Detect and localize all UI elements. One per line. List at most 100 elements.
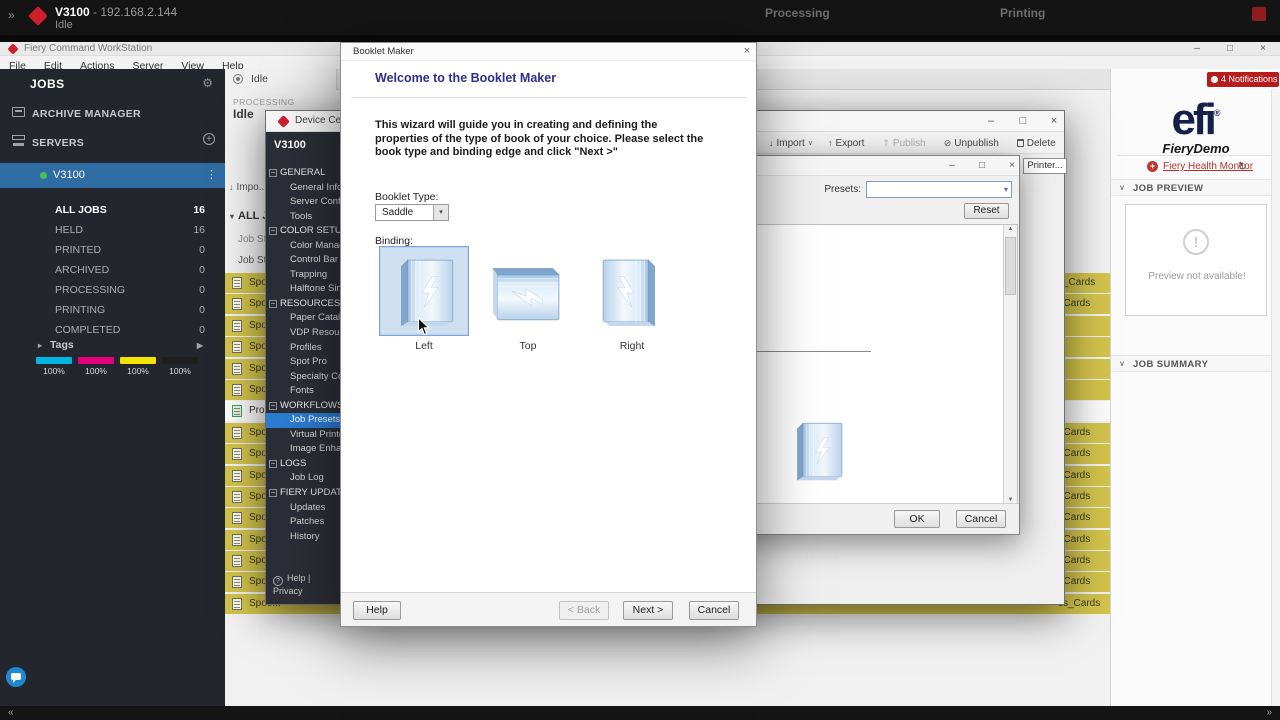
add-server-icon[interactable]: + — [203, 133, 215, 145]
help-link[interactable]: Help — [287, 573, 306, 583]
collapse-left-icon[interactable]: « — [8, 706, 14, 720]
minimize-icon[interactable]: – — [982, 111, 1000, 132]
collapse-icon[interactable]: − — [269, 401, 277, 410]
tree-section-workflows[interactable]: − WORKFLOWS — [266, 399, 341, 414]
maximize-icon[interactable]: □ — [1014, 111, 1032, 132]
tree-item-label: Virtual Printers — [290, 428, 341, 440]
collapse-icon[interactable]: − — [269, 169, 277, 177]
close-icon[interactable]: × — [1003, 156, 1021, 176]
tree-item-specialty-colors[interactable]: Specialty Colors — [266, 370, 341, 385]
sidebar-item-server[interactable]: V3100 ⋮ — [0, 163, 225, 188]
tree-item-image-enhance-[interactable]: Image Enhance... — [266, 442, 341, 457]
cancel-button[interactable]: Cancel — [956, 510, 1006, 528]
tree-item-vdp-resources[interactable]: VDP Resources — [266, 326, 341, 341]
scroll-up-icon[interactable]: ▲ — [1004, 226, 1017, 232]
assistant-icon[interactable] — [6, 667, 26, 687]
notifications-badge[interactable]: 4 Notifications — [1207, 72, 1279, 87]
tree-item-halftone-simul-[interactable]: Halftone Simul... — [266, 282, 341, 297]
sidebar-job-category[interactable]: HELD 16 — [0, 220, 225, 240]
sidebar-job-category[interactable]: PRINTING 0 — [0, 300, 225, 320]
binding-tile[interactable] — [483, 246, 573, 336]
tree-item-tools[interactable]: Tools — [266, 210, 341, 225]
unpublish-button[interactable]: ⊘ Unpublish — [944, 138, 1002, 149]
tab-idle[interactable]: Idle — [225, 69, 337, 90]
tree-item-job-presets[interactable]: Job Presets — [266, 413, 341, 428]
collapse-icon[interactable]: − — [269, 459, 277, 468]
delete-button[interactable]: Delete — [1016, 138, 1059, 149]
tree-section-general[interactable]: − GENERAL — [266, 166, 341, 181]
sidebar-job-category[interactable]: COMPLETED 0 — [0, 320, 225, 340]
tree-item-patches[interactable]: Patches — [266, 515, 341, 530]
next-button[interactable]: Next > — [623, 601, 673, 620]
tree-item-server-configur-[interactable]: Server Configur... — [266, 195, 341, 210]
scroll-thumb[interactable] — [1005, 237, 1016, 295]
maximize-icon[interactable]: □ — [973, 156, 991, 176]
chevron-down-icon[interactable]: ▾ — [433, 205, 448, 220]
minimize-icon[interactable]: – — [943, 156, 961, 176]
sidebar-job-category[interactable]: ARCHIVED 0 — [0, 260, 225, 280]
close-icon[interactable]: × — [1254, 42, 1272, 56]
vertical-scrollbar[interactable]: ▲ ▼ — [1003, 225, 1017, 504]
job-preview-section-header[interactable]: ∨ JOB PREVIEW — [1111, 179, 1280, 196]
tree-item-history[interactable]: History — [266, 530, 341, 545]
tree-item-updates[interactable]: Updates — [266, 501, 341, 516]
ok-button[interactable]: OK — [894, 510, 940, 528]
back-button[interactable]: < Back — [559, 601, 609, 620]
collapse-icon[interactable]: − — [269, 227, 277, 236]
collapse-icon[interactable]: − — [269, 489, 277, 498]
sidebar-job-category[interactable]: PRINTED 0 — [0, 240, 225, 260]
sidebar-item-archive-manager[interactable]: ARCHIVE MANAGER — [32, 108, 141, 120]
help-icon[interactable]: ? — [273, 576, 283, 586]
binding-option[interactable]: Top — [483, 246, 573, 352]
tree-section-resources[interactable]: − RESOURCES — [266, 297, 341, 312]
import-button[interactable]: ↓ Import ∨ — [769, 138, 813, 149]
reset-button[interactable]: Reset — [964, 203, 1009, 219]
collapse-icon[interactable]: − — [269, 299, 277, 308]
publish-button[interactable]: ⇑ Publish — [882, 138, 928, 149]
tree-item-general-info[interactable]: General Info — [266, 181, 341, 196]
maximize-icon[interactable]: □ — [1221, 42, 1239, 56]
privacy-link[interactable]: Privacy — [273, 586, 303, 596]
chevron-down-icon[interactable]: ∨ — [1119, 183, 1125, 192]
tree-item-control-bar[interactable]: Control Bar — [266, 253, 341, 268]
tree-item-fonts[interactable]: Fonts — [266, 384, 341, 399]
sidebar-item-tags[interactable]: ▸ Tags ▶ — [38, 339, 218, 355]
tree-section-fiery-updates[interactable]: −FIERY UPDATES — [266, 486, 341, 501]
sidebar-job-category[interactable]: PROCESSING 0 — [0, 280, 225, 300]
job-summary-section-header[interactable]: ∨ JOB SUMMARY — [1111, 355, 1280, 372]
close-icon[interactable]: × — [1045, 111, 1063, 132]
tree-item-color-manager-[interactable]: Color Manager... — [266, 239, 341, 254]
help-button[interactable]: Help — [353, 601, 401, 620]
expand-panel-icon[interactable]: » — [8, 8, 15, 22]
right-scrollbar[interactable] — [1271, 89, 1280, 706]
tree-section-color-setup[interactable]: −COLOR SETUP — [266, 224, 341, 239]
chevron-down-icon[interactable]: ∨ — [1119, 359, 1125, 368]
tree-item-spot-pro[interactable]: Spot Pro — [266, 355, 341, 370]
alert-indicator[interactable] — [1252, 7, 1266, 21]
gear-icon[interactable]: ⚙ — [202, 76, 213, 90]
cancel-button[interactable]: Cancel — [689, 601, 739, 620]
minimize-icon[interactable]: – — [1188, 42, 1206, 56]
binding-option[interactable]: Right — [587, 246, 677, 352]
printer-presets-button[interactable]: Printer... — [1023, 158, 1067, 174]
import-job-button[interactable]: ↓ Impo... — [229, 182, 267, 193]
binding-tile[interactable] — [587, 246, 677, 336]
expand-right-icon[interactable]: » — [1266, 706, 1272, 720]
tree-item-profiles[interactable]: Profiles — [266, 341, 341, 356]
binding-option[interactable]: Left — [379, 246, 469, 352]
presets-dropdown[interactable]: ▾ — [866, 181, 1012, 198]
chevron-down-icon[interactable]: ▾ — [230, 212, 234, 221]
tree-item-paper-catalog[interactable]: Paper Catalog — [266, 311, 341, 326]
tree-section-logs[interactable]: − LOGS — [266, 457, 341, 472]
refresh-icon[interactable]: ↻ — [1238, 160, 1247, 173]
tree-item-job-log[interactable]: Job Log — [266, 471, 341, 486]
sidebar-job-category[interactable]: ALL JOBS 16 — [0, 200, 225, 220]
tree-item-trapping[interactable]: Trapping — [266, 268, 341, 283]
kebab-menu-icon[interactable]: ⋮ — [206, 168, 217, 181]
tree-item-virtual-printers[interactable]: Virtual Printers — [266, 428, 341, 443]
export-button[interactable]: ↑ Export — [828, 138, 867, 149]
chevron-right-icon[interactable]: ▸ — [38, 341, 42, 350]
booklet-type-dropdown[interactable]: Saddle ▾ — [375, 204, 449, 221]
close-icon[interactable]: × — [738, 43, 756, 61]
arrow-right-icon[interactable]: ▶ — [197, 341, 203, 350]
